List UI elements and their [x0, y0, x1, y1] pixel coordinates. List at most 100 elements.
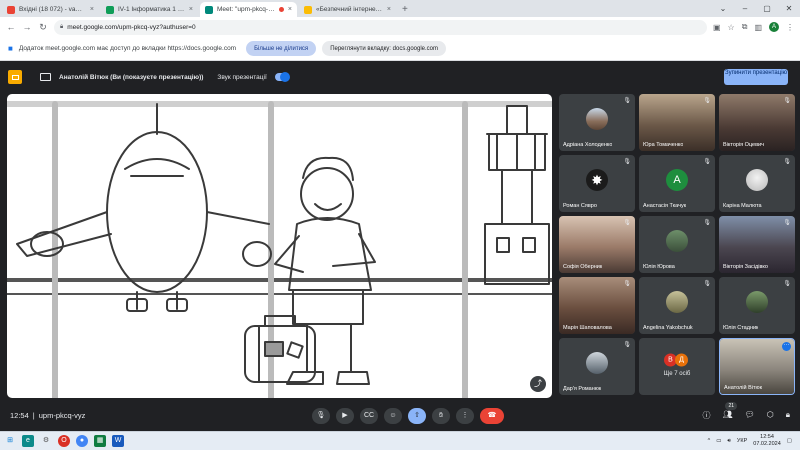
participant-name: Адріана Холоденко [563, 142, 613, 148]
sidebar-icon[interactable]: ▥ [754, 23, 762, 32]
raise-hand-icon[interactable]: ✋︎ [432, 408, 450, 424]
participant-tile[interactable]: 🎙︎ Марія Шаповалова [559, 277, 635, 334]
mic-muted-icon: 🎙︎ [623, 159, 631, 165]
mic-muted-icon: 🎙︎ [703, 98, 711, 104]
participant-tile[interactable]: 🎙︎ Юра Томаченко [639, 94, 715, 151]
info-icon[interactable]: ⓘ [702, 410, 710, 421]
browser-tab-classroom[interactable]: IV-1 Інформатика 1 курс × [101, 2, 198, 17]
notifications-icon[interactable]: ▢ [787, 438, 792, 444]
mic-muted-icon: 🎙︎ [783, 98, 791, 104]
participant-name: Вікторія Оцевич [723, 142, 764, 148]
participant-tile[interactable]: 🎙︎ Вікторія Засідівко [719, 216, 795, 273]
chevron-up-icon[interactable]: ^ [708, 438, 711, 444]
volume-icon[interactable]: 🔊︎ [727, 438, 730, 445]
chevron-down-icon[interactable]: ⌄ [712, 0, 734, 17]
more-participants-tile[interactable]: В Д Ще 7 осіб [639, 338, 715, 395]
end-call-icon[interactable]: ☎ [480, 408, 504, 424]
back-icon[interactable]: ← [6, 22, 16, 32]
participant-tile[interactable]: ✸ 🎙︎ Роман Сявро [559, 155, 635, 212]
stop-presenting-button[interactable]: Зупинити презентацію [724, 69, 788, 85]
camera-icon[interactable]: ▶ [336, 408, 354, 424]
account-avatar[interactable]: А [769, 22, 779, 32]
close-icon[interactable]: × [288, 6, 292, 13]
browser-tab-meet[interactable]: Meet: "upm-pkcq-vyz" × [200, 2, 297, 17]
url-field[interactable]: 🔒︎ meet.google.com/upm-pkcq-vyz?authuser… [54, 19, 707, 35]
participant-name: Каріна Малюта [723, 203, 762, 209]
participant-tile[interactable]: А 🎙︎ Анастасія Ткачук [639, 155, 715, 212]
close-icon[interactable]: × [90, 6, 94, 13]
more-options-icon[interactable]: ··· [782, 342, 791, 351]
address-bar: ← → ↻ 🔒︎ meet.google.com/upm-pkcq-vyz?au… [0, 17, 800, 37]
reload-icon[interactable]: ↻ [38, 22, 48, 33]
participant-tile[interactable]: 🎙︎ Юлія Юрова [639, 216, 715, 273]
participant-count-badge: 21 [725, 402, 737, 410]
chat-icon[interactable]: 💬︎ [745, 410, 755, 421]
edge-icon[interactable]: e [22, 435, 34, 447]
participant-name: Дар'я Романюк [563, 386, 602, 392]
recording-dot-icon [278, 7, 284, 12]
participant-tile[interactable]: 🎙︎ Дар'я Романюк [559, 338, 635, 395]
star-icon[interactable]: ☆ [728, 23, 735, 32]
participant-grid: 🎙︎ Адріана Холоденко 🎙︎ Юра Томаченко 🎙︎… [559, 94, 795, 398]
chrome-icon[interactable]: ● [76, 435, 88, 447]
close-icon[interactable]: × [189, 6, 193, 13]
participant-tile[interactable]: 🎙︎ Адріана Холоденко [559, 94, 635, 151]
participant-name: Юра Томаченко [643, 142, 684, 148]
mic-muted-icon: 🎙︎ [623, 281, 631, 287]
emoji-icon[interactable]: ☺ [384, 408, 402, 424]
browser-toolbar: ▣ ☆ ⧉ ▥ А ⋮ [713, 22, 794, 32]
captions-icon[interactable]: CC [360, 408, 378, 424]
settings-icon[interactable]: ⚙ [40, 435, 52, 447]
network-icon[interactable]: ▭ [716, 438, 721, 444]
participant-tile[interactable]: 🎙︎ Angelina Yakobchuk [639, 277, 715, 334]
mic-muted-icon: 🎙︎ [783, 159, 791, 165]
people-icon[interactable]: 👥︎ [722, 410, 732, 421]
stop-sharing-button[interactable]: Більше не ділитися [246, 41, 317, 56]
close-icon[interactable]: × [387, 6, 391, 13]
present-now-icon[interactable]: ⇧ [408, 408, 426, 424]
more-options-icon[interactable]: ⋮ [456, 408, 474, 424]
app-icon[interactable]: ▦ [94, 435, 106, 447]
browser-tab-docs[interactable]: «Безпечний інтернет та с... × [299, 2, 396, 17]
lock-icon[interactable]: 🔒︎ [786, 410, 790, 421]
word-icon[interactable]: W [112, 435, 124, 447]
close-window-icon[interactable]: ✕ [778, 0, 800, 17]
maximize-icon[interactable]: ▢ [756, 0, 778, 17]
tab-title: Meet: "upm-pkcq-vyz" [217, 6, 275, 13]
mic-muted-icon: 🎙︎ [623, 98, 631, 104]
avatar [746, 291, 768, 314]
participant-tile[interactable]: 🎙︎ Софія Оберник [559, 216, 635, 273]
mic-muted-icon: 🎙︎ [783, 281, 791, 287]
participant-name: Софія Оберник [563, 264, 603, 270]
self-view-tile[interactable]: ··· Анатолій Вітюк [719, 338, 795, 395]
presentation-audio-toggle[interactable] [274, 72, 290, 82]
camera-permission-icon[interactable]: ▣ [713, 23, 721, 32]
extensions-icon[interactable]: ⧉ [742, 22, 748, 32]
taskbar-clock[interactable]: 12:54 07.02.2024 [753, 434, 781, 448]
tab-title: IV-1 Інформатика 1 курс [118, 6, 185, 13]
windows-start-icon[interactable]: ⊞ [4, 435, 16, 447]
browser-tab-strip: Вхідні (18 072) - vam@vtep.vn... × IV-1 … [0, 0, 800, 17]
sharing-message: Додаток meet.google.com має доступ до вк… [18, 45, 237, 52]
keyboard-language[interactable]: УКР [737, 438, 747, 444]
switch-tab-button[interactable]: Переглянути вкладку: docs.google.com [322, 41, 447, 56]
mic-icon[interactable]: 🎙︎ [312, 408, 330, 424]
avatar: А [666, 169, 688, 192]
gmail-icon [7, 5, 15, 14]
forward-icon[interactable]: → [22, 22, 32, 32]
minimize-icon[interactable]: – [734, 0, 756, 17]
participant-tile[interactable]: 🎙︎ Юлія Стадник [719, 277, 795, 334]
activities-icon[interactable]: ⬡ [767, 410, 774, 421]
participant-name: Юлія Юрова [643, 264, 675, 270]
participant-tile[interactable]: 🎙︎ Вікторія Оцевич [719, 94, 795, 151]
slide-illustration [7, 101, 552, 398]
new-tab-button[interactable]: + [402, 2, 408, 17]
url-text: meet.google.com/upm-pkcq-vyz?authuser=0 [67, 23, 196, 31]
menu-icon[interactable]: ⋮ [786, 23, 794, 32]
tab-title: Вхідні (18 072) - vam@vtep.vn... [19, 6, 86, 13]
share-options-icon[interactable]: ⤴ [530, 376, 546, 392]
browser-tab-gmail[interactable]: Вхідні (18 072) - vam@vtep.vn... × [2, 2, 99, 17]
opera-icon[interactable]: O [58, 435, 70, 447]
presenter-label: Анатолій Вітюк (Ви (показуєте презентаці… [59, 73, 204, 81]
participant-tile[interactable]: 🎙︎ Каріна Малюта [719, 155, 795, 212]
